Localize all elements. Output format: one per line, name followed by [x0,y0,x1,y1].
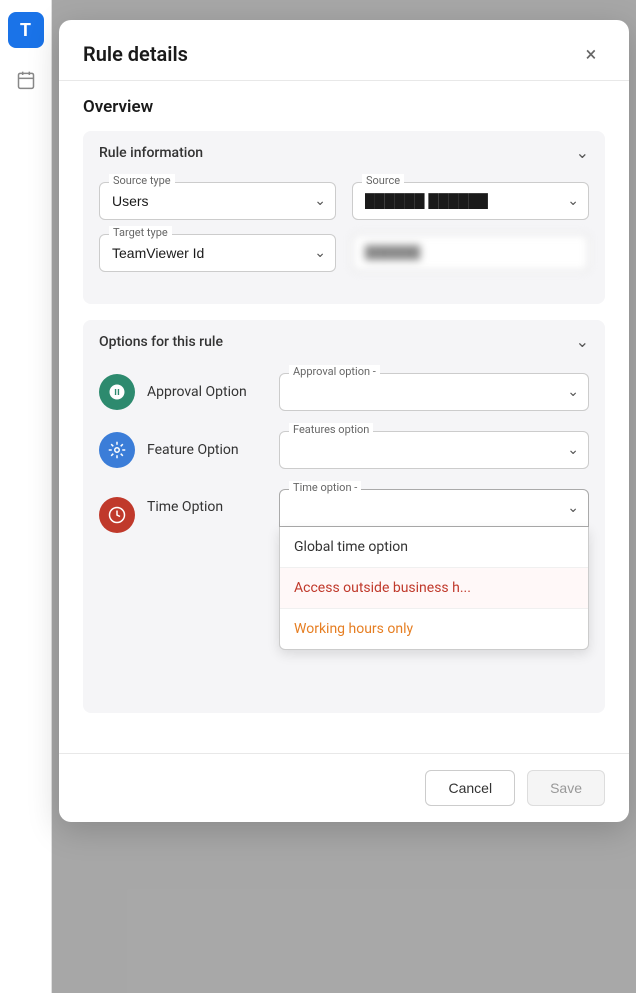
save-button[interactable]: Save [527,770,605,806]
time-option-select-wrapper: Time option - ⌄ Global time option A [279,489,589,527]
modal-body: Overview Rule information ⌄ [59,81,629,753]
time-option-select[interactable] [279,489,589,527]
source-type-label: Source type [109,174,175,187]
approval-option-select[interactable] [279,373,589,411]
source-type-field: Source type Users ⌄ [99,182,336,220]
approval-option-select-wrapper: Approval option - ⌄ [279,373,589,411]
rule-information-content: Source type Users ⌄ [83,174,605,304]
target-value-field [352,234,589,272]
sidebar-calendar-icon[interactable] [10,64,42,96]
close-button[interactable]: × [577,40,605,68]
target-value-input[interactable] [352,234,589,271]
feature-option-row: Feature Option Features option ⌄ [83,421,605,479]
time-option-label: Time Option [147,499,267,515]
app-container: T Rule details × Overview [0,0,636,993]
approval-option-row: Approval Option Approval option - ⌄ [83,363,605,421]
options-section-header[interactable]: Options for this rule ⌄ [83,320,605,363]
feature-option-select-wrapper: Features option ⌄ [279,431,589,469]
approval-select-outer: ⌄ [279,373,589,411]
overview-title: Overview [83,97,605,117]
approval-option-label: Approval Option [147,384,267,400]
time-option-working-hours[interactable]: Working hours only [280,609,588,649]
time-option-outside-business[interactable]: Access outside business h... [280,568,588,609]
feature-option-select[interactable] [279,431,589,469]
feature-option-label: Feature Option [147,442,267,458]
modal-footer: Cancel Save [59,753,629,822]
feature-option-icon [99,432,135,468]
time-option-icon [99,497,135,533]
time-option-dropdown: Global time option Access outside busine… [279,527,589,650]
source-label: Source [362,174,404,187]
feature-field-label: Features option [289,423,373,436]
cancel-button[interactable]: Cancel [425,770,515,806]
rule-details-modal: Rule details × Overview Rule information… [59,20,629,822]
source-field: Source ██████ ██████ ⌄ [352,182,589,220]
modal-title: Rule details [83,42,188,66]
rule-information-header[interactable]: Rule information ⌄ [83,131,605,174]
modal-overlay: Rule details × Overview Rule information… [52,0,636,993]
options-section-label: Options for this rule [99,334,223,350]
target-type-field: Target type TeamViewer Id ⌄ [99,234,336,272]
target-type-select-wrapper: TeamViewer Id ⌄ [99,234,336,272]
modal-header: Rule details × [59,20,629,81]
approval-option-icon [99,374,135,410]
target-type-select[interactable]: TeamViewer Id [99,234,336,272]
source-select-wrapper: ██████ ██████ ⌄ [352,182,589,220]
options-section: Options for this rule ⌄ [83,320,605,713]
time-field-label: Time option - [289,481,361,494]
source-row: Source type Users ⌄ [83,182,605,220]
target-type-label: Target type [109,226,172,239]
rule-information-label: Rule information [99,145,203,161]
options-section-chevron-icon: ⌄ [576,332,589,351]
rule-information-section: Rule information ⌄ Source type [83,131,605,304]
time-option-row: Time Option Time option - ⌄ [83,479,605,533]
main-content: Rule details × Overview Rule information… [52,0,636,993]
target-row: Target type TeamViewer Id ⌄ [83,234,605,288]
time-option-global[interactable]: Global time option [280,527,588,568]
sidebar: T [0,0,52,993]
feature-select-outer: ⌄ [279,431,589,469]
approval-field-label: Approval option - [289,365,380,378]
source-select[interactable]: ██████ ██████ [352,182,589,220]
source-type-select[interactable]: Users [99,182,336,220]
time-select-outer: ⌄ [279,489,589,527]
app-logo: T [8,12,44,48]
source-type-select-wrapper: Users ⌄ [99,182,336,220]
rule-information-chevron-icon: ⌄ [576,143,589,162]
